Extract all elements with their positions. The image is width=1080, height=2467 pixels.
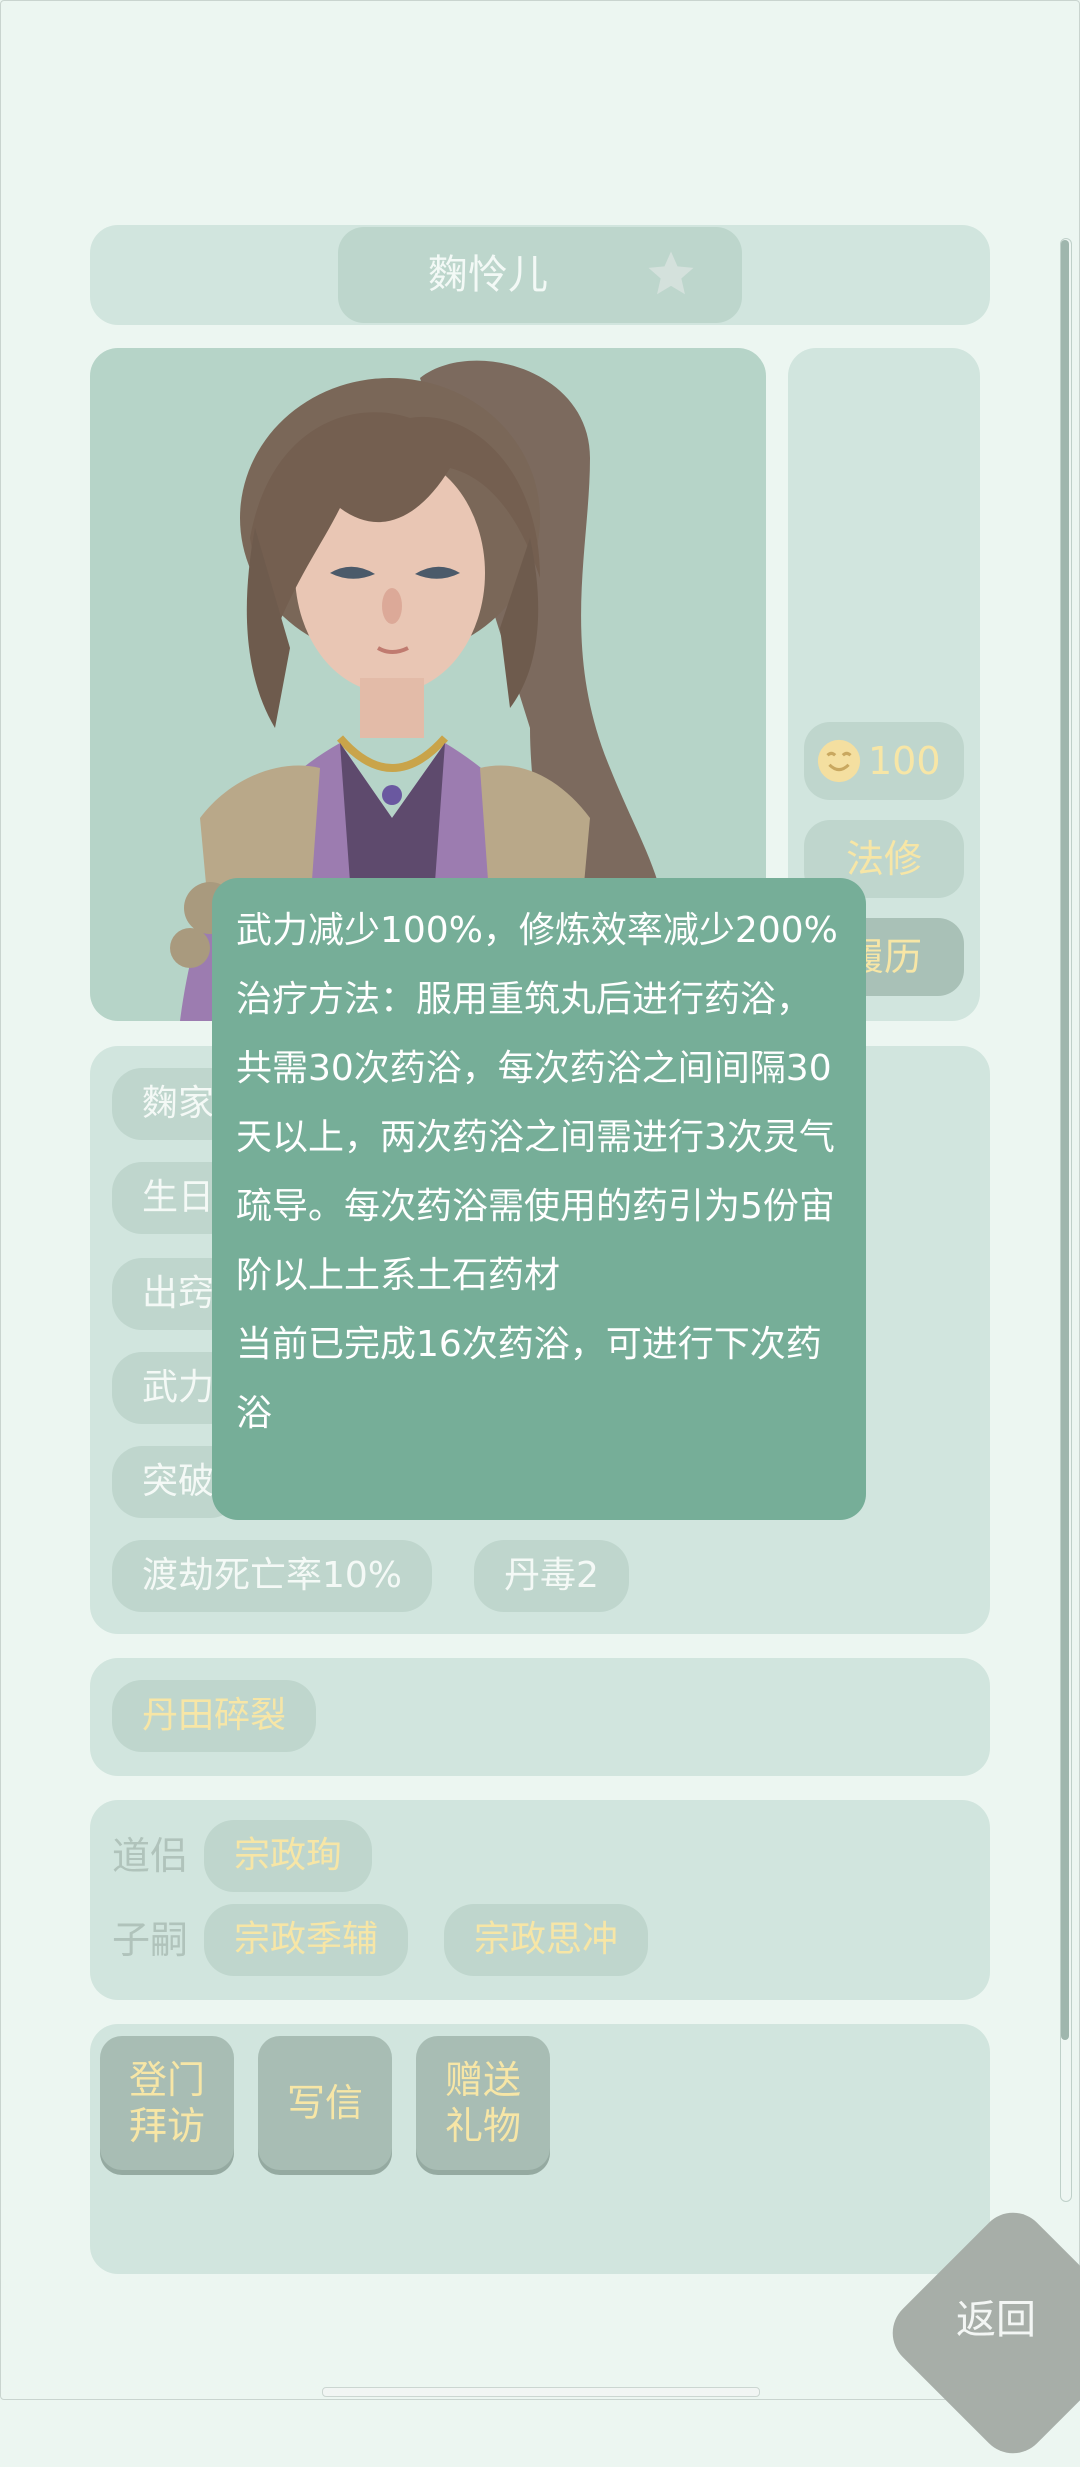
name-pill: 麴怜儿	[338, 227, 742, 323]
visit-button[interactable]: 登门 拜访	[100, 2036, 234, 2170]
condition-tooltip: 武力减少100%，修炼效率减少200% 治疗方法：服用重筑丸后进行药浴，共需30…	[212, 878, 866, 1520]
smile-icon	[817, 739, 861, 783]
child-chip[interactable]: 宗政思冲	[444, 1904, 649, 1976]
name-header: 麴怜儿	[90, 225, 990, 325]
child-chip[interactable]: 宗政季辅	[204, 1904, 409, 1976]
scrollbar-thumb[interactable]	[1061, 240, 1069, 2040]
tooltip-treatment: 治疗方法：服用重筑丸后进行药浴，共需30次药浴，每次药浴之间间隔30天以上，两次…	[236, 979, 835, 1296]
write-letter-button[interactable]: 写信	[258, 2036, 392, 2170]
star-icon[interactable]	[644, 247, 698, 301]
mood-value: 100	[868, 739, 941, 783]
back-button-label[interactable]: 返回	[946, 2290, 1046, 2350]
home-indicator	[322, 2387, 760, 2397]
condition-chip[interactable]: 丹田碎裂	[112, 1680, 317, 1752]
pill-toxicity-chip[interactable]: 丹毒2	[474, 1540, 629, 1612]
tooltip-effect: 武力减少100%，修炼效率减少200%	[236, 910, 838, 951]
tribulation-death-rate-chip[interactable]: 渡劫死亡率10%	[112, 1540, 433, 1612]
character-name: 麴怜儿	[428, 252, 548, 298]
relations-panel: 道侣 宗政珣 子嗣 宗政季辅 宗政思冲	[90, 1800, 990, 2000]
actions-panel: 登门 拜访 写信 赠送 礼物	[90, 2024, 990, 2274]
children-label: 子嗣	[112, 1918, 189, 1962]
partner-label: 道侣	[112, 1834, 189, 1878]
mood-badge: 100	[804, 722, 964, 800]
condition-panel: 丹田碎裂	[90, 1658, 990, 1776]
send-gift-button[interactable]: 赠送 礼物	[416, 2036, 550, 2170]
tooltip-progress: 当前已完成16次药浴，可进行下次药浴	[236, 1324, 822, 1434]
partner-chip[interactable]: 宗政珣	[204, 1820, 373, 1892]
